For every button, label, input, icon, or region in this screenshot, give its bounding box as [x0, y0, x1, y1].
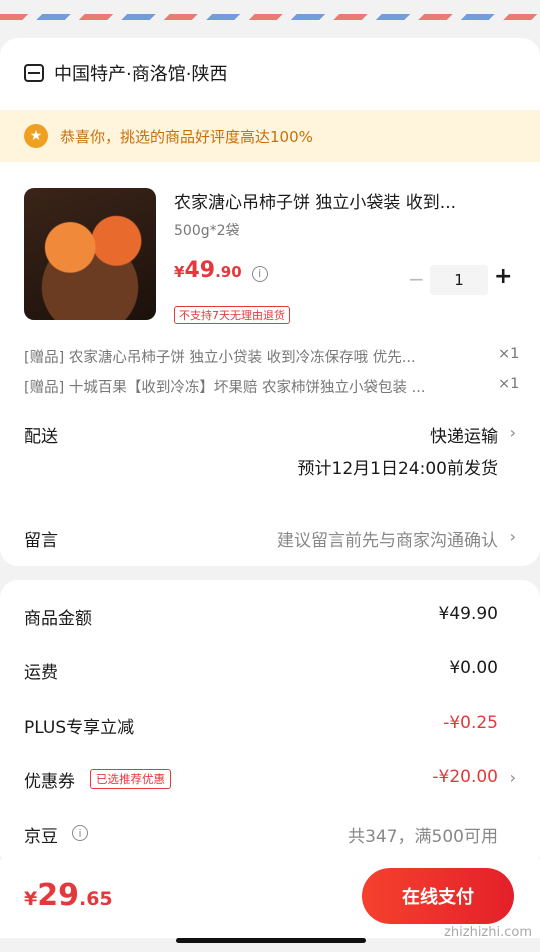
home-indicator	[176, 938, 366, 943]
no-return-badge: 不支持7天无理由退货	[174, 306, 290, 324]
price-info-icon[interactable]: i	[251, 265, 268, 282]
plus-discount-value: -¥0.25	[443, 713, 498, 733]
shipping-value: ¥0.00	[449, 658, 498, 678]
coupon-selected-badge: 已选推荐优惠	[90, 769, 171, 789]
store-icon	[24, 64, 44, 82]
thumbs-up-icon: ★	[24, 124, 48, 148]
shipping-label: 运费	[24, 663, 58, 683]
product-price: ¥ 49 .90 i	[174, 258, 268, 283]
jd-beans-label: 京豆	[24, 827, 58, 847]
message-chevron-icon[interactable]: ›	[510, 527, 516, 546]
banner-text: 恭喜你，挑选的商品好评度高达100%	[60, 127, 313, 146]
plus-discount-label: PLUS专享立减	[24, 718, 135, 738]
total-integer: 29	[37, 878, 79, 913]
watermark: zhizhizhi.com	[444, 925, 532, 940]
gift-quantity: ×1	[498, 346, 520, 362]
coupon-chevron-icon[interactable]: ›	[510, 768, 516, 787]
delivery-label: 配送	[24, 427, 58, 447]
quantity-minus-button[interactable]: −	[408, 267, 425, 291]
quantity-input[interactable]: 1	[430, 265, 488, 295]
product-image[interactable]	[24, 188, 156, 320]
gift-item: [赠品] 农家溏心吊柿子饼 独立小贷装 收到冷冻保存哦 优先...	[24, 350, 416, 366]
price-summary-card: 商品金额 ¥49.90 运费 ¥0.00 PLUS专享立减 -¥0.25 优惠券…	[0, 580, 540, 870]
product-spec: 500g*2袋	[174, 223, 240, 239]
rating-banner: ★ 恭喜你，挑选的商品好评度高达100%	[0, 110, 540, 162]
jd-beans-value: 共347，满500可用	[348, 827, 498, 847]
delivery-method[interactable]: 快递运输	[430, 422, 498, 447]
gift-item: [赠品] 十城百果【收到冷冻】坏果赔 农家柿饼独立小袋包装 ...	[24, 380, 426, 396]
message-input[interactable]: 建议留言前先与商家沟通确认	[277, 526, 498, 551]
product-title[interactable]: 农家溏心吊柿子饼 独立小袋装 收到...	[174, 188, 514, 213]
goods-amount-value: ¥49.90	[438, 604, 498, 624]
airmail-stripe-decoration	[0, 14, 540, 20]
delivery-eta: 预计12月1日24:00前发货	[297, 459, 498, 479]
total-decimal: .65	[78, 888, 113, 910]
quantity-plus-button[interactable]: +	[494, 264, 512, 289]
delivery-chevron-icon[interactable]: ›	[510, 423, 516, 442]
jd-beans-info-icon[interactable]: i	[72, 825, 88, 841]
coupon-value[interactable]: -¥20.00	[432, 767, 498, 787]
total-symbol: ¥	[24, 888, 38, 910]
goods-amount-label: 商品金额	[24, 609, 92, 629]
shop-name: 中国特产·商洛馆·陕西	[54, 64, 228, 85]
submit-order-button[interactable]: 在线支付	[362, 868, 514, 924]
total-price: ¥ 29 .65	[24, 878, 113, 913]
gift-quantity: ×1	[498, 376, 520, 392]
price-symbol: ¥	[174, 263, 185, 281]
coupon-label: 优惠券	[24, 772, 75, 792]
message-label: 留言	[24, 531, 58, 551]
shop-header[interactable]: 中国特产·商洛馆·陕西	[24, 60, 227, 86]
order-card: 中国特产·商洛馆·陕西 ★ 恭喜你，挑选的商品好评度高达100% 农家溏心吊柿子…	[0, 38, 540, 566]
price-integer: 49	[184, 258, 216, 283]
price-decimal: .90	[215, 263, 242, 281]
